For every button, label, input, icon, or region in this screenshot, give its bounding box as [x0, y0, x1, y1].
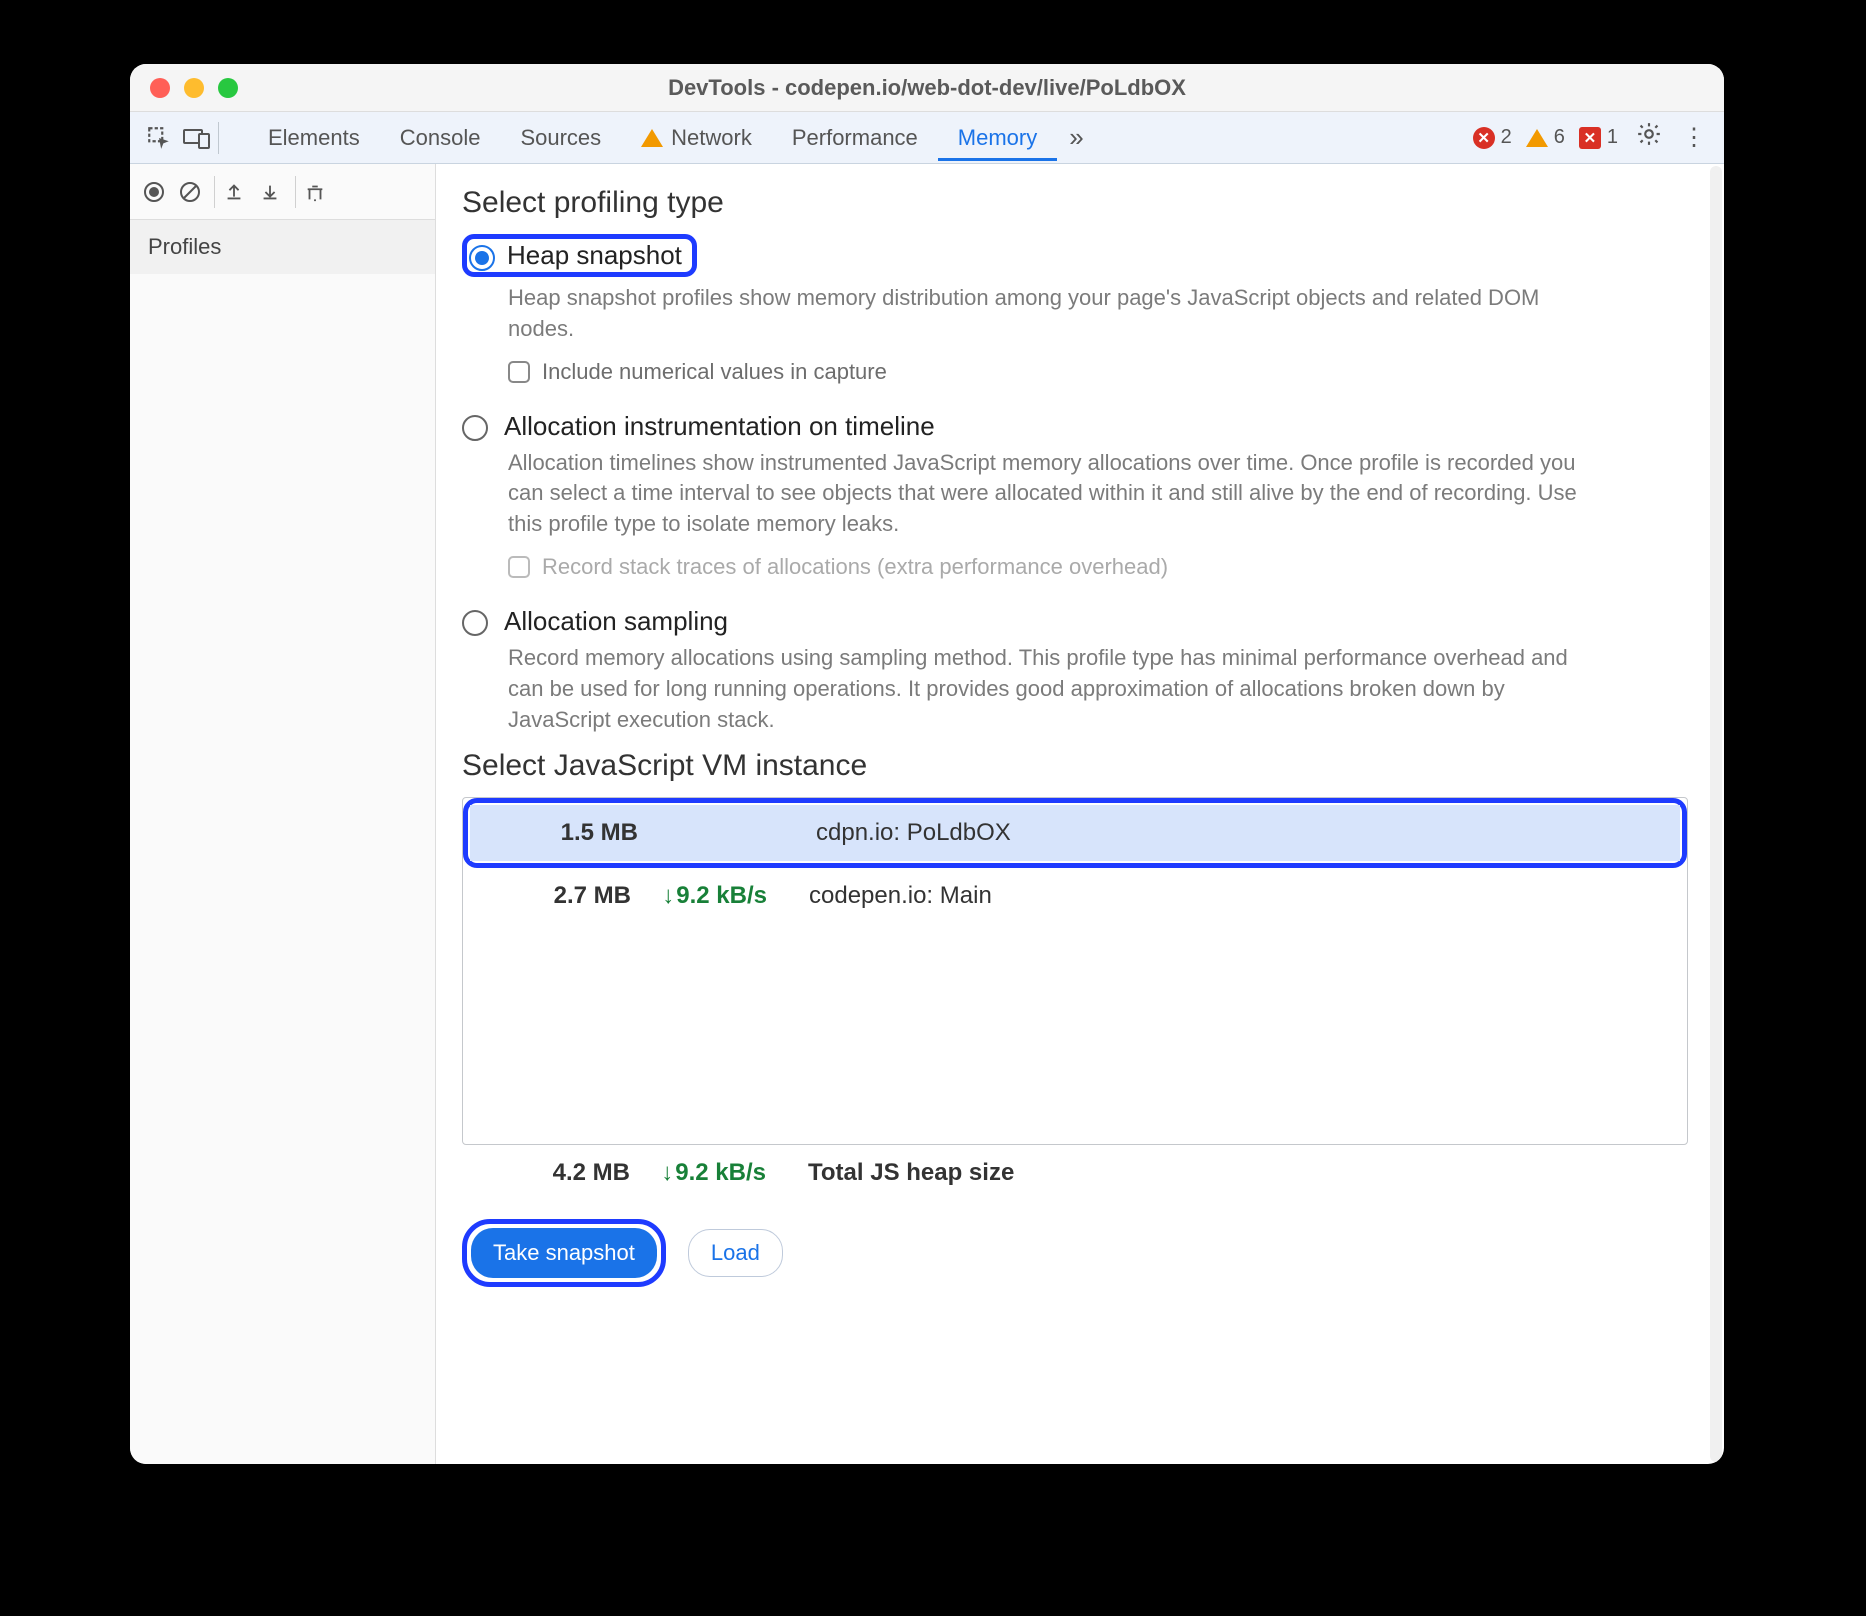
- toggle-device-icon[interactable]: [182, 125, 210, 151]
- alloc-timeline-description: Allocation timelines show instrumented J…: [508, 448, 1588, 540]
- vm-rate: ↓9.2 kB/s: [631, 882, 781, 910]
- tab-memory[interactable]: Memory: [938, 115, 1057, 161]
- vm-total-size: 4.2 MB: [500, 1159, 630, 1187]
- record-stack-traces-line: Record stack traces of allocations (extr…: [508, 554, 1696, 580]
- vm-size: 1.5 MB: [508, 819, 638, 847]
- vm-total-rate: ↓9.2 kB/s: [630, 1159, 780, 1187]
- error-count: 2: [1501, 126, 1512, 149]
- content-pane: Select profiling type Heap snapshot Heap…: [436, 164, 1724, 1464]
- heap-description: Heap snapshot profiles show memory distr…: [508, 283, 1588, 345]
- load-button[interactable]: Load: [688, 1229, 783, 1277]
- down-arrow-icon: ↓: [661, 1159, 673, 1186]
- warning-count: 6: [1554, 126, 1565, 149]
- vm-row[interactable]: 2.7 MB ↓9.2 kB/s codepen.io: Main: [463, 868, 1687, 924]
- window-controls: [150, 78, 238, 98]
- more-menu-icon[interactable]: ⋮: [1672, 123, 1716, 152]
- inspect-element-icon[interactable]: [146, 125, 174, 151]
- select-profiling-type-heading: Select profiling type: [462, 186, 1696, 220]
- checkbox-include-numerical[interactable]: [508, 361, 530, 383]
- checkbox-record-stack-label: Record stack traces of allocations (extr…: [542, 554, 1168, 580]
- vm-instance-list: 1.5 MB cdpn.io: PoLdbOX 2.7 MB ↓9.2 kB/s…: [462, 797, 1688, 1145]
- vm-name: codepen.io: Main: [781, 882, 992, 910]
- radio-heap-label: Heap snapshot: [507, 240, 682, 271]
- radio-alloc-timeline[interactable]: [462, 415, 488, 441]
- download-icon[interactable]: [259, 181, 287, 203]
- tabs-bar: Elements Console Sources Network Perform…: [130, 112, 1724, 164]
- settings-gear-icon[interactable]: [1626, 121, 1672, 154]
- warning-icon: [641, 129, 663, 147]
- tab-console[interactable]: Console: [380, 115, 501, 161]
- scrollbar[interactable]: [1710, 166, 1722, 1462]
- profiling-option-alloc-timeline[interactable]: Allocation instrumentation on timeline: [462, 411, 1696, 442]
- sidebar: Profiles: [130, 164, 436, 1464]
- vm-instance-heading: Select JavaScript VM instance: [462, 749, 1696, 783]
- main-split: Profiles Select profiling type Heap snap…: [130, 164, 1724, 1464]
- zoom-window-button[interactable]: [218, 78, 238, 98]
- vm-row-selected[interactable]: 1.5 MB cdpn.io: PoLdbOX: [470, 805, 1680, 861]
- issue-icon: ✕: [1579, 127, 1601, 149]
- more-tabs-button[interactable]: »: [1057, 122, 1095, 153]
- highlight-ring: Heap snapshot: [462, 234, 697, 277]
- warning-icon: [1526, 129, 1548, 147]
- vm-total-label: Total JS heap size: [780, 1159, 1014, 1187]
- checkbox-include-numerical-label: Include numerical values in capture: [542, 359, 887, 385]
- heap-include-numerical[interactable]: Include numerical values in capture: [508, 359, 1696, 385]
- radio-alloc-sampling[interactable]: [462, 610, 488, 636]
- tab-sources[interactable]: Sources: [500, 115, 621, 161]
- record-icon[interactable]: [142, 180, 170, 204]
- sidebar-tools: [130, 164, 435, 220]
- profiles-heading[interactable]: Profiles: [130, 220, 435, 274]
- status-badges[interactable]: ✕ 2 6 ✕ 1: [1473, 126, 1626, 149]
- upload-icon[interactable]: [223, 181, 251, 203]
- separator: [218, 122, 219, 154]
- vm-filler: [463, 924, 1687, 1144]
- down-arrow-icon: ↓: [662, 882, 674, 909]
- radio-alloc-timeline-label: Allocation instrumentation on timeline: [504, 411, 935, 442]
- window-title: DevTools - codepen.io/web-dot-dev/live/P…: [130, 75, 1724, 101]
- devtools-window: DevTools - codepen.io/web-dot-dev/live/P…: [130, 64, 1724, 1464]
- tab-network-label: Network: [671, 125, 752, 150]
- vm-size: 2.7 MB: [501, 882, 631, 910]
- close-window-button[interactable]: [150, 78, 170, 98]
- minimize-window-button[interactable]: [184, 78, 204, 98]
- error-icon: ✕: [1473, 127, 1495, 149]
- checkbox-record-stack: [508, 556, 530, 578]
- tab-network[interactable]: Network: [621, 115, 772, 161]
- vm-name: cdpn.io: PoLdbOX: [788, 819, 1011, 847]
- radio-heap-snapshot[interactable]: [469, 245, 495, 271]
- titlebar: DevTools - codepen.io/web-dot-dev/live/P…: [130, 64, 1724, 112]
- profiling-option-heap[interactable]: Heap snapshot: [462, 234, 1696, 277]
- radio-alloc-sampling-label: Allocation sampling: [504, 606, 728, 637]
- tab-performance[interactable]: Performance: [772, 115, 938, 161]
- profiling-option-alloc-sampling[interactable]: Allocation sampling: [462, 606, 1696, 637]
- alloc-sampling-description: Record memory allocations using sampling…: [508, 643, 1588, 735]
- tab-elements[interactable]: Elements: [248, 115, 380, 161]
- collect-garbage-icon[interactable]: [304, 181, 332, 203]
- take-snapshot-button[interactable]: Take snapshot: [471, 1228, 657, 1278]
- issue-count: 1: [1607, 126, 1618, 149]
- clear-icon[interactable]: [178, 180, 206, 204]
- vm-total-row: 4.2 MB ↓9.2 kB/s Total JS heap size: [462, 1145, 1696, 1201]
